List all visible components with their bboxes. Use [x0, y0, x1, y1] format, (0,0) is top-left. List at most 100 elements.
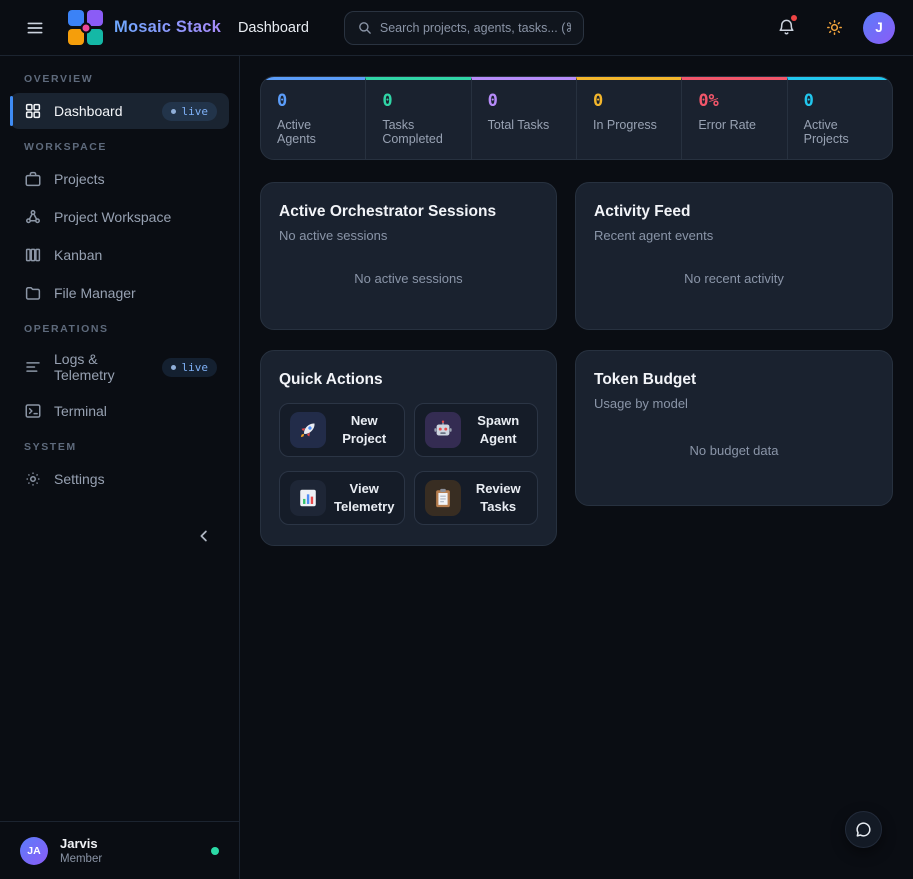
sun-icon: [825, 18, 844, 37]
stat-label: Error Rate: [698, 118, 770, 132]
section-label-overview: OVERVIEW: [0, 73, 239, 85]
chat-fab-button[interactable]: [845, 811, 882, 848]
sidebar-item-terminal[interactable]: Terminal: [10, 393, 229, 429]
bell-icon: [777, 18, 796, 37]
sidebar-item-kanban[interactable]: Kanban: [10, 237, 229, 273]
sidebar-item-label: Project Workspace: [54, 209, 171, 225]
hamburger-icon: [25, 18, 45, 38]
kanban-columns-icon: [24, 246, 42, 264]
sidebar-nav: OVERVIEW Dashboard live WORKSPACE Projec…: [0, 56, 239, 821]
log-lines-icon: [24, 358, 42, 376]
view-telemetry-button[interactable]: View Telemetry: [279, 471, 405, 525]
settings-gear-icon: [24, 470, 42, 488]
sidebar-item-label: Terminal: [54, 403, 107, 419]
mosaic-logo-icon: [68, 10, 104, 46]
card-subtitle: Usage by model: [594, 396, 874, 411]
search-input[interactable]: [380, 21, 571, 35]
stat-value: 0: [382, 91, 454, 111]
user-name: Jarvis: [60, 836, 102, 851]
stat-label: Tasks Completed: [382, 118, 454, 146]
hamburger-menu-button[interactable]: [16, 9, 54, 47]
spawn-agent-button[interactable]: Spawn Agent: [414, 403, 538, 457]
action-label: Spawn Agent: [469, 412, 527, 447]
live-dot-icon: [171, 365, 176, 370]
active-sessions-card: Active Orchestrator Sessions No active s…: [260, 182, 557, 330]
quick-actions-card: Quick Actions New Project: [260, 350, 557, 546]
sidebar-item-file-manager[interactable]: File Manager: [10, 275, 229, 311]
stat-active-projects: 0 Active Projects: [787, 77, 892, 159]
stats-row: 0 Active Agents 0 Tasks Completed 0 Tota…: [260, 76, 893, 160]
card-subtitle: No active sessions: [279, 228, 538, 243]
brand-name: Mosaic Stack: [114, 18, 221, 37]
top-bar: Mosaic Stack Dashboard J: [0, 0, 913, 56]
logo-center-dot: [81, 22, 92, 33]
stat-value: 0%: [698, 91, 770, 111]
action-label: Review Tasks: [469, 480, 527, 515]
live-badge-label: live: [182, 361, 209, 374]
token-budget-card: Token Budget Usage by model No budget da…: [575, 350, 893, 506]
user-avatar[interactable]: J: [863, 12, 895, 44]
online-status-dot: [211, 847, 219, 855]
sidebar: OVERVIEW Dashboard live WORKSPACE Projec…: [0, 56, 240, 879]
section-label-workspace: WORKSPACE: [0, 141, 239, 153]
search-icon: [357, 20, 372, 35]
network-nodes-icon: [24, 208, 42, 226]
stat-tasks-completed: 0 Tasks Completed: [365, 77, 470, 159]
card-title: Activity Feed: [594, 203, 874, 221]
stat-active-agents: 0 Active Agents: [261, 77, 365, 159]
sidebar-item-label: Dashboard: [54, 103, 123, 119]
bar-chart-icon: [290, 480, 326, 516]
chat-bubble-icon: [854, 820, 873, 839]
user-initials: JA: [27, 845, 40, 857]
briefcase-icon: [24, 170, 42, 188]
stat-total-tasks: 0 Total Tasks: [471, 77, 576, 159]
stat-in-progress: 0 In Progress: [576, 77, 681, 159]
empty-state-text: No budget data: [594, 411, 874, 489]
sidebar-user-card[interactable]: JA Jarvis Member: [0, 821, 239, 879]
sidebar-item-dashboard[interactable]: Dashboard live: [10, 93, 229, 129]
dashboard-grid-icon: [24, 102, 42, 120]
rocket-icon: [290, 412, 326, 448]
sidebar-collapse-button[interactable]: [191, 523, 217, 549]
notifications-button[interactable]: [767, 9, 805, 47]
robot-icon: [425, 412, 461, 448]
page-title: Dashboard: [238, 20, 309, 36]
folder-icon: [24, 284, 42, 302]
action-label: New Project: [334, 412, 394, 447]
sidebar-item-settings[interactable]: Settings: [10, 461, 229, 497]
sidebar-item-projects[interactable]: Projects: [10, 161, 229, 197]
stat-label: In Progress: [593, 118, 665, 132]
terminal-icon: [24, 402, 42, 420]
sidebar-item-label: File Manager: [54, 285, 136, 301]
new-project-button[interactable]: New Project: [279, 403, 405, 457]
sidebar-item-logs-telemetry[interactable]: Logs & Telemetry live: [10, 343, 229, 391]
dashboard-cards: Active Orchestrator Sessions No active s…: [260, 182, 893, 546]
live-badge-label: live: [182, 105, 209, 118]
user-initials-avatar: JA: [20, 837, 48, 865]
stat-value: 0: [488, 91, 560, 111]
stat-value: 0: [804, 91, 876, 111]
theme-toggle-button[interactable]: [815, 9, 853, 47]
empty-state-text: No active sessions: [279, 243, 538, 313]
chevron-left-icon: [195, 527, 213, 545]
sidebar-item-label: Projects: [54, 171, 105, 187]
global-search[interactable]: [344, 11, 584, 45]
action-label: View Telemetry: [334, 480, 394, 515]
clipboard-icon: [425, 480, 461, 516]
stat-error-rate: 0% Error Rate: [681, 77, 786, 159]
header-actions: J: [767, 9, 895, 47]
stat-value: 0: [593, 91, 665, 111]
live-dot-icon: [171, 109, 176, 114]
quick-actions-grid: New Project Spawn Agent: [279, 403, 538, 525]
notification-dot: [791, 15, 797, 21]
card-title: Quick Actions: [279, 371, 538, 389]
sidebar-item-project-workspace[interactable]: Project Workspace: [10, 199, 229, 235]
section-label-operations: OPERATIONS: [0, 323, 239, 335]
app-root: Mosaic Stack Dashboard J: [0, 0, 913, 879]
empty-state-text: No recent activity: [594, 243, 874, 313]
review-tasks-button[interactable]: Review Tasks: [414, 471, 538, 525]
sidebar-item-label: Settings: [54, 471, 105, 487]
avatar-initial: J: [875, 20, 883, 35]
sidebar-item-label: Kanban: [54, 247, 102, 263]
card-title: Active Orchestrator Sessions: [279, 203, 538, 221]
